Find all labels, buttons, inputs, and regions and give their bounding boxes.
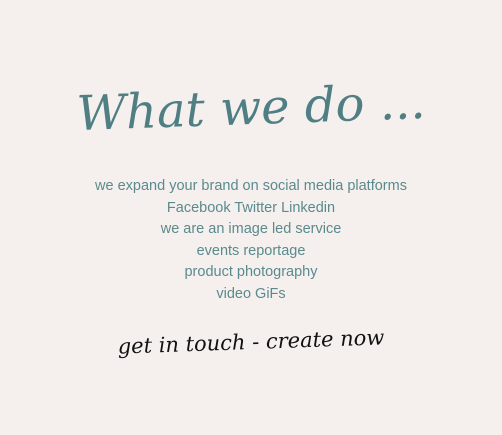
page-heading: What we do ... [75, 73, 427, 143]
service-line: Facebook Twitter Linkedin [166, 199, 336, 216]
service-line: we expand your brand on social media pla… [95, 178, 407, 194]
service-line: we are an image led service [160, 221, 342, 237]
service-line: video GiFs [216, 285, 286, 302]
service-line: product photography [184, 264, 318, 280]
call-to-action-text: get in touch - create now [117, 325, 385, 359]
services-list: we expand your brand on social media pla… [0, 176, 502, 305]
service-line: events reportage [196, 242, 306, 259]
